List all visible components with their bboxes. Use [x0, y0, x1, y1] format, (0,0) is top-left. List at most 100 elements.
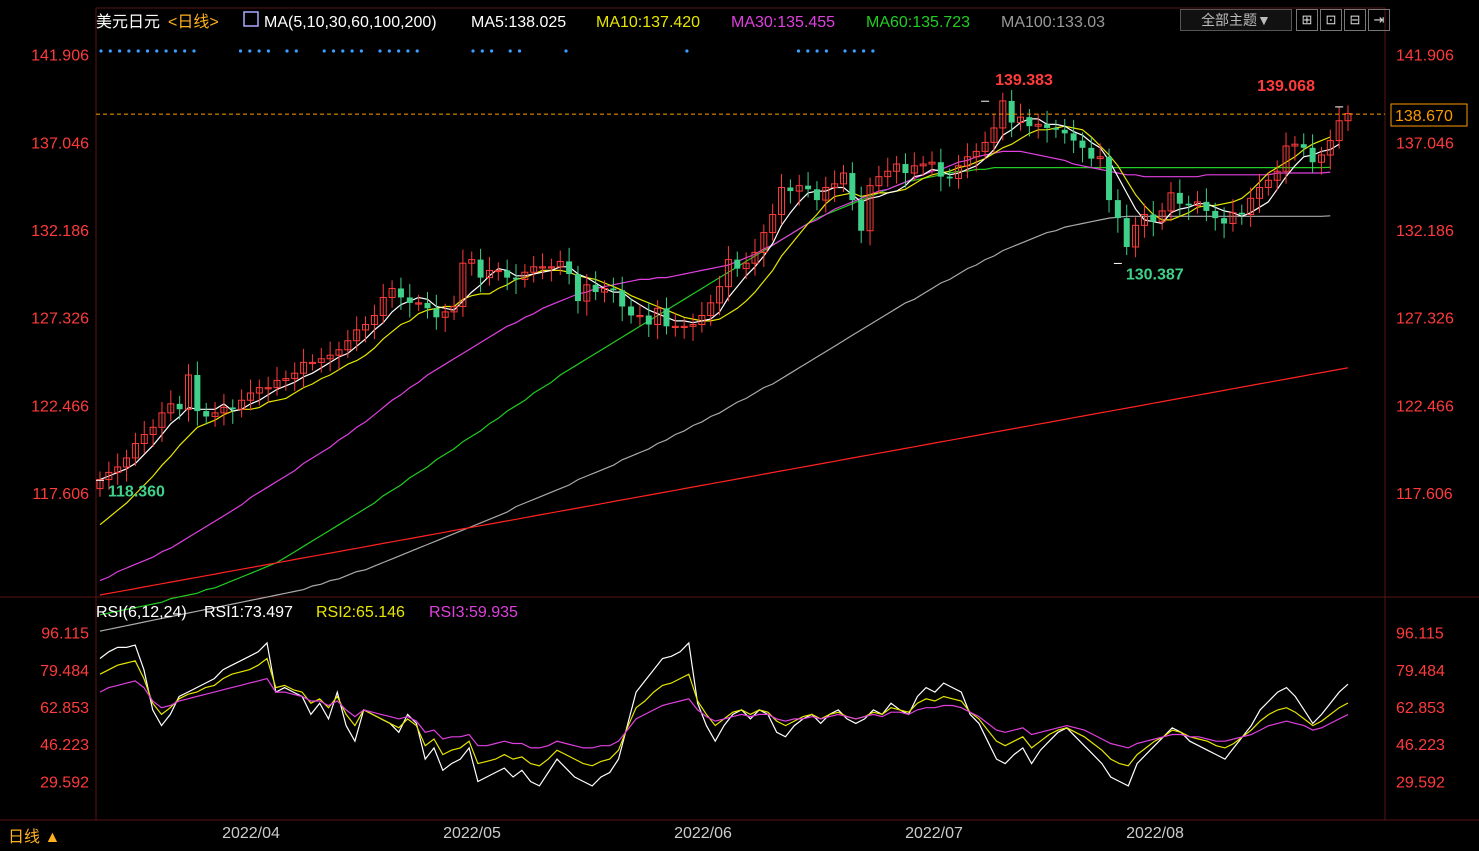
candle-body	[628, 306, 635, 316]
candle-body	[734, 259, 741, 269]
ytick-left-0: 141.906	[31, 48, 89, 65]
ytick-right-2: 132.186	[1396, 223, 1454, 240]
rsi-ytick-left-0: 96.115	[41, 626, 89, 643]
candle-body	[937, 162, 944, 177]
annotation-label-2: 130.387	[1126, 266, 1184, 283]
rsi3-value: RSI3:59.935	[429, 604, 518, 621]
signal-dot	[508, 49, 512, 53]
rsi-ytick-right-4: 29.592	[1396, 774, 1445, 791]
zoom-in-icon[interactable]: ⊡	[1320, 9, 1342, 31]
signal-dot	[806, 49, 810, 53]
candle-body	[1026, 117, 1033, 127]
xtick-0: 2022/04	[222, 825, 280, 842]
signal-dot	[564, 49, 568, 53]
signal-dot	[852, 49, 856, 53]
rsi-ytick-right-2: 62.853	[1396, 700, 1445, 717]
candle-body	[1008, 100, 1015, 123]
ma30-value: MA30:135.455	[731, 14, 835, 31]
theme-dropdown[interactable]: 全部主题▼	[1180, 9, 1292, 31]
signal-dot	[192, 49, 196, 53]
signal-dot	[359, 49, 363, 53]
signal-dot	[490, 49, 494, 53]
rsi-ytick-left-1: 79.484	[40, 663, 89, 680]
signal-dot	[378, 49, 382, 53]
signal-dot	[183, 49, 187, 53]
ytick-right-3: 127.326	[1396, 311, 1454, 328]
current-price-label: 138.670	[1395, 108, 1453, 125]
xtick-3: 2022/07	[905, 825, 963, 842]
candle-body	[1052, 127, 1059, 130]
candle-body	[1123, 218, 1130, 247]
candle-body	[1176, 192, 1183, 204]
annotation-label-3: 118.360	[108, 483, 165, 500]
ytick-left-1: 137.046	[31, 135, 89, 152]
candle-body	[203, 411, 210, 417]
signal-dot	[685, 49, 689, 53]
forward-icon[interactable]: ⇥	[1368, 9, 1390, 31]
ma-label: MA(5,10,30,60,100,200)	[264, 14, 437, 31]
signal-dot	[99, 49, 103, 53]
signal-dots	[99, 49, 875, 53]
rsi-label: RSI(6,12,24)	[96, 604, 187, 621]
candle-body	[592, 284, 599, 293]
signal-dot	[517, 49, 522, 53]
xtick-2: 2022/06	[674, 825, 732, 842]
candle-body	[1309, 147, 1316, 163]
candle-body	[229, 407, 236, 410]
ma-indicator-icon[interactable]	[243, 11, 259, 27]
signal-dot	[118, 49, 122, 53]
annotation-label-0: 139.383	[995, 72, 1053, 89]
candle-body	[194, 375, 201, 412]
signal-dot	[145, 49, 150, 53]
chart-canvas: 141.906 137.046 132.186 127.326 122.466 117.6…	[0, 7, 1479, 846]
candle-body	[1106, 156, 1113, 201]
rsi1-value: RSI1:73.497	[204, 604, 293, 621]
candle-body	[176, 403, 183, 410]
plot-frame	[95, 7, 1386, 821]
candle-body	[1061, 129, 1068, 134]
candle-body	[433, 308, 440, 318]
candle-body	[1238, 212, 1245, 215]
ytick-left-3: 127.326	[31, 311, 89, 328]
signal-dot	[285, 49, 289, 53]
chart-title-period[interactable]: <日线>	[168, 13, 219, 31]
rsi-ytick-left-3: 46.223	[40, 737, 89, 754]
candle-body	[477, 259, 484, 278]
xtick-4: 2022/08	[1126, 825, 1184, 842]
signal-dot	[387, 49, 391, 53]
period-selector[interactable]: 日线 ▲	[8, 828, 60, 846]
signal-dot	[136, 49, 140, 53]
candle-body	[424, 302, 431, 309]
candle-body	[1079, 140, 1086, 148]
signal-dot	[164, 49, 168, 53]
candle-body	[504, 270, 511, 278]
rsi-ytick-right-0: 96.115	[1396, 626, 1444, 643]
ytick-left-5: 117.606	[32, 486, 89, 503]
candle-body	[1114, 200, 1121, 219]
candle-body	[663, 308, 670, 327]
signal-dot	[471, 49, 475, 53]
grid-icon[interactable]: ⊞	[1296, 9, 1318, 31]
candle-body	[610, 288, 617, 291]
signal-dot	[238, 49, 243, 53]
ma10-value: MA10:137.420	[596, 14, 700, 31]
candle-body	[1185, 203, 1192, 206]
signal-dot	[480, 49, 484, 53]
candle-body	[858, 200, 865, 231]
signal-dot	[406, 49, 410, 53]
signal-dot	[331, 49, 336, 53]
ytick-right-0: 141.906	[1396, 48, 1454, 65]
signal-dot	[350, 49, 354, 53]
signal-dot	[397, 49, 401, 53]
signal-dot	[862, 49, 866, 53]
candle-body	[946, 176, 953, 179]
candle-body	[1203, 201, 1210, 211]
ma5-value: MA5:138.025	[471, 14, 566, 31]
signal-dot	[155, 49, 159, 53]
zoom-out-icon[interactable]: ⊟	[1344, 9, 1366, 31]
candle-body	[1070, 133, 1077, 141]
candle-body	[1088, 147, 1095, 159]
signal-dot	[294, 49, 298, 53]
ytick-left-2: 132.186	[31, 223, 89, 240]
ma200-line	[99, 367, 1349, 596]
